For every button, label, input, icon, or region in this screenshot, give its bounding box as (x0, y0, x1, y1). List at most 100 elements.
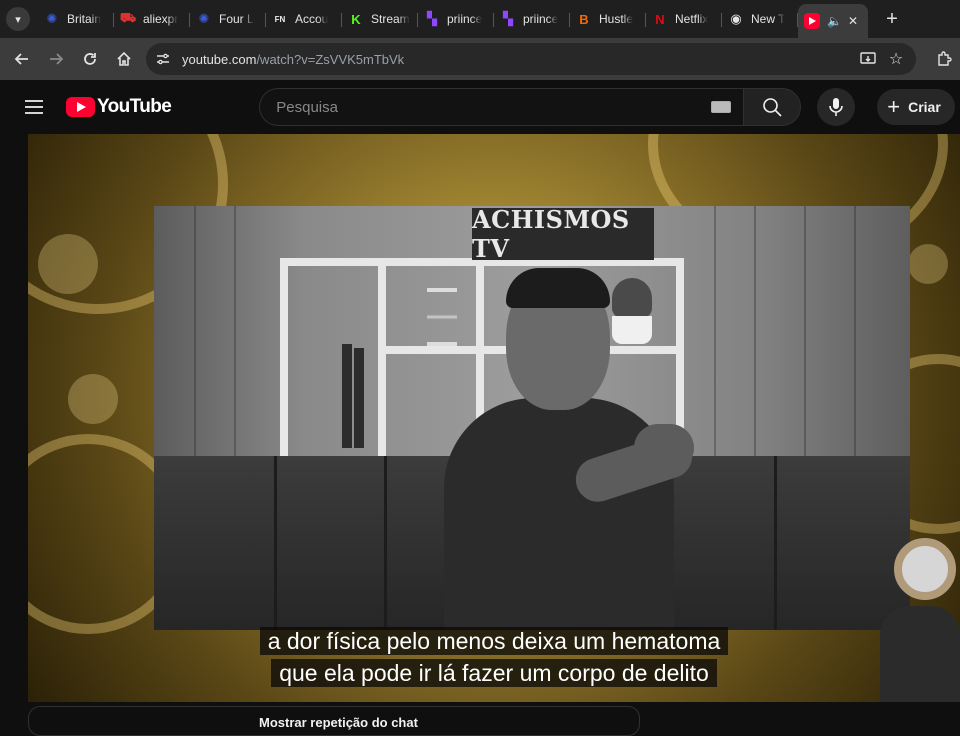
arrow-right-icon (50, 53, 64, 65)
home-button[interactable] (108, 43, 140, 75)
microphone-icon (829, 98, 844, 116)
sofa-seam (774, 456, 777, 630)
plus-icon: + (886, 7, 898, 30)
search-input[interactable] (276, 98, 712, 116)
browser-tab-active[interactable]: 🔈 ✕ (798, 4, 868, 38)
globe-icon: ✺ (198, 11, 210, 26)
netflix-icon: N (655, 11, 665, 27)
sofa-seam (384, 456, 387, 630)
hamburger-icon (25, 100, 43, 114)
new-tab-button[interactable]: + (880, 8, 904, 31)
youtube-play-icon (66, 97, 95, 117)
background-bokeh (68, 374, 118, 424)
browser-tab[interactable]: B Hustle (570, 4, 646, 34)
caption-line-2: que ela pode ir lá fazer um corpo de del… (28, 659, 960, 687)
browser-tab[interactable]: ✺ Four L (190, 4, 266, 34)
show-sign: ACHISMOS TV (472, 206, 654, 263)
search-button[interactable] (743, 88, 802, 126)
browser-tab-label: Hustle (599, 12, 634, 26)
youtube-icon (804, 13, 820, 29)
browser-tab[interactable]: ⛟ aliexpr (114, 4, 190, 34)
url-path: /watch?v=ZsVVK5mTbVk (256, 51, 405, 67)
arrow-left-icon (14, 53, 28, 65)
twitch-icon: ▚ (503, 11, 513, 26)
chevron-down-icon: ▾ (15, 13, 21, 26)
browser-tab-label: priince (447, 12, 483, 26)
caption-line-1: a dor física pelo menos deixa um hematom… (28, 627, 960, 655)
search-icon (763, 98, 782, 117)
video-frame: ACHISMOS TV (154, 206, 910, 630)
browser-tab[interactable]: ◉ New T (722, 4, 798, 34)
browser-tab[interactable]: ▚ priince (418, 4, 494, 34)
person-hand (634, 424, 694, 472)
globe-icon: ✺ (46, 11, 58, 26)
browser-tab[interactable]: N Netflix (646, 4, 722, 34)
kick-icon: K (351, 11, 361, 27)
background-bokeh (38, 234, 98, 294)
browser-tab-label: Britain (67, 12, 102, 26)
install-icon (860, 52, 876, 64)
extensions-button[interactable] (930, 45, 958, 73)
browser-tab[interactable]: ✺ Britain (38, 4, 114, 34)
browser-tab[interactable]: K Stream (342, 4, 418, 34)
youtube-header: YouTube + Criar (0, 80, 960, 134)
browser-tab-label: Four L (219, 12, 254, 26)
forward-button[interactable] (40, 43, 72, 75)
chat-replay-label: Mostrar repetição do chat (259, 715, 418, 730)
browser-tab[interactable]: FN Accou (266, 4, 342, 34)
back-button[interactable] (6, 43, 38, 75)
browser-tab-strip: ▾ ✺ Britain ⛟ aliexpr ✺ Four L FN Accou K Stream ▚… (0, 0, 960, 38)
blogger-icon: B (579, 11, 589, 27)
install-app-button[interactable] (854, 45, 882, 73)
person-hair (506, 268, 610, 308)
plant-pot (612, 316, 652, 344)
browser-tab-label: New T (751, 12, 786, 26)
sofa-seam (274, 456, 277, 630)
browser-tab-label: aliexpr (143, 12, 179, 26)
browser-tab-label: priince (523, 12, 559, 26)
logo-text: YouTube (97, 96, 172, 117)
guide-menu-button[interactable] (14, 87, 54, 127)
keyboard-icon[interactable] (711, 101, 732, 113)
puzzle-icon (938, 51, 952, 66)
tab-search-button[interactable]: ▾ (6, 7, 30, 31)
fn-icon: FN (274, 14, 286, 24)
left-rail (0, 134, 28, 720)
twitch-icon: ▚ (427, 11, 437, 26)
star-icon: ☆ (888, 51, 904, 68)
book (354, 348, 364, 448)
bookmark-button[interactable]: ☆ (882, 45, 910, 73)
site-info-button[interactable] (152, 48, 174, 70)
interpreter-head (894, 538, 956, 600)
plus-icon: + (887, 94, 901, 119)
search-box[interactable] (259, 88, 744, 126)
youtube-logo[interactable]: YouTube (66, 96, 172, 118)
plant (612, 278, 652, 318)
reload-icon (84, 53, 96, 65)
browser-tab-label: Stream (371, 12, 410, 26)
url-host: youtube.com (182, 51, 257, 67)
speaker-icon[interactable]: 🔈 (827, 14, 842, 28)
url-text[interactable]: youtube.com/watch?v=ZsVVK5mTbVk (182, 52, 854, 67)
chrome-icon: ◉ (730, 11, 742, 26)
bookshelf-divider (378, 266, 386, 458)
voice-search-button[interactable] (817, 88, 856, 126)
cart-icon: ⛟ (119, 10, 137, 25)
caption-text: a dor física pelo menos deixa um hematom… (259, 627, 729, 655)
reload-button[interactable] (74, 43, 106, 75)
browser-toolbar: youtube.com/watch?v=ZsVVK5mTbVk ☆ (0, 38, 960, 80)
home-icon (117, 51, 131, 66)
chat-replay-bar[interactable]: Mostrar repetição do chat (28, 706, 640, 736)
book (342, 344, 352, 448)
create-button[interactable]: + Criar (877, 89, 955, 125)
address-bar[interactable]: youtube.com/watch?v=ZsVVK5mTbVk ☆ (146, 43, 916, 75)
browser-tab-label: Netflix (675, 12, 709, 26)
create-label: Criar (908, 99, 941, 115)
close-tab-icon[interactable]: ✕ (848, 14, 858, 28)
video-player[interactable]: ACHISMOS TV a dor física pelo menos deix… (28, 134, 960, 702)
hourglass (427, 288, 457, 346)
browser-tab-label: Accou (295, 12, 329, 26)
browser-tab[interactable]: ▚ priince (494, 4, 570, 34)
tune-icon (157, 53, 169, 65)
background-bokeh (908, 244, 948, 284)
